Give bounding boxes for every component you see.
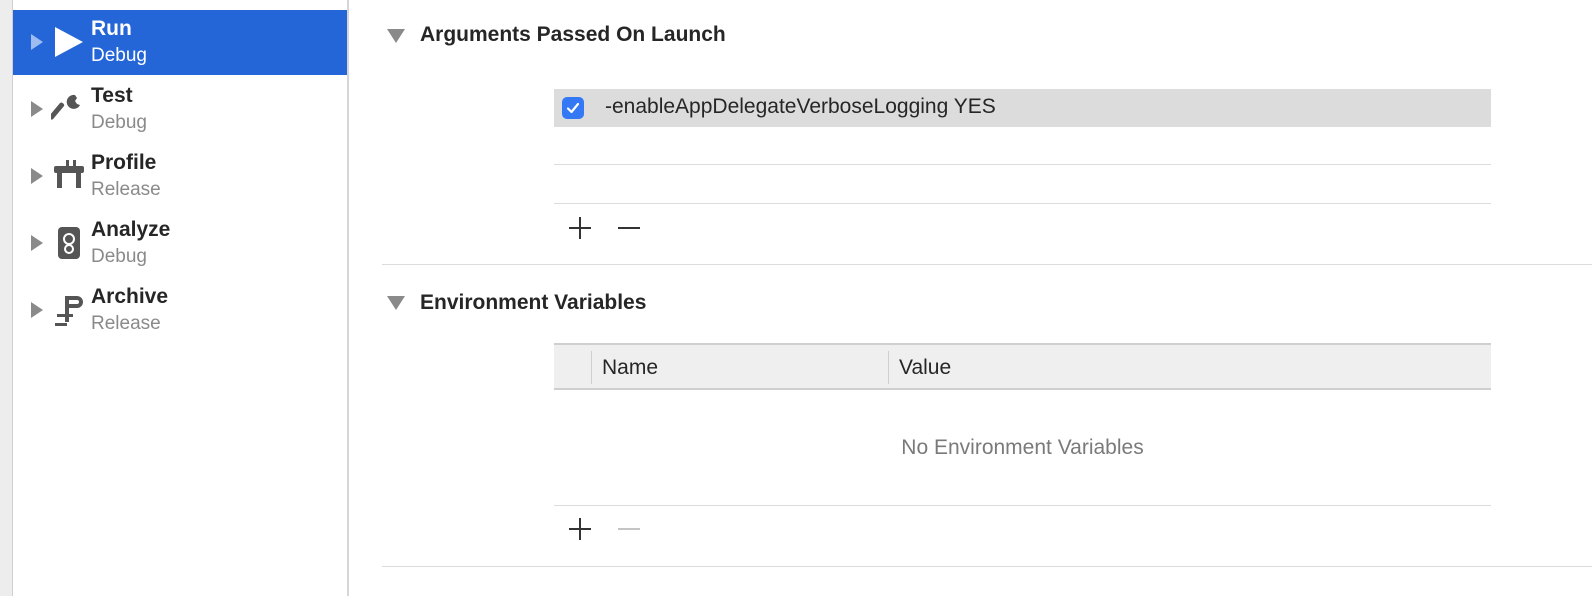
scheme-item-subtitle: Debug: [91, 246, 147, 267]
section-title-environment: Environment Variables: [420, 291, 647, 314]
add-env-var-button[interactable]: [566, 515, 594, 543]
section-divider: [382, 264, 1592, 265]
argument-enabled-checkbox[interactable]: [562, 97, 584, 119]
column-header-value[interactable]: Value: [899, 356, 951, 380]
window-edge: [0, 0, 13, 596]
column-separator[interactable]: [591, 351, 592, 384]
wrench-icon: [51, 94, 80, 120]
list-row-divider: [554, 164, 1491, 165]
scheme-item-title: Run: [91, 17, 132, 40]
scheme-item-run[interactable]: Run Debug: [13, 10, 347, 75]
column-header-name[interactable]: Name: [602, 356, 658, 380]
disclosure-triangle-icon[interactable]: [31, 235, 43, 251]
disclosure-triangle-icon[interactable]: [31, 302, 43, 318]
argument-row[interactable]: -enableAppDelegateVerboseLogging YES: [554, 89, 1491, 127]
scheme-item-title: Archive: [91, 285, 169, 308]
list-bottom-divider: [554, 203, 1491, 204]
analyze-icon: [58, 227, 80, 259]
collapse-triangle-icon[interactable]: [387, 29, 405, 43]
env-empty-message: No Environment Variables: [901, 436, 1144, 459]
scheme-item-title: Test: [91, 84, 133, 107]
checkmark-icon: [566, 102, 580, 114]
play-icon: [55, 27, 83, 57]
disclosure-triangle-icon[interactable]: [31, 168, 43, 184]
scheme-item-subtitle: Debug: [91, 45, 147, 66]
disclosure-triangle-icon[interactable]: [31, 101, 43, 117]
scheme-item-subtitle: Release: [91, 179, 161, 200]
env-table-header: Name Value: [554, 343, 1491, 390]
list-bottom-divider: [554, 505, 1491, 506]
scheme-item-subtitle: Release: [91, 313, 161, 334]
clamp-icon: [55, 296, 83, 326]
scheme-action-list: Run Debug Test Debug Profile Release Ana: [13, 0, 347, 596]
scheme-item-title: Analyze: [91, 218, 171, 241]
section-title-arguments: Arguments Passed On Launch: [420, 23, 726, 46]
scheme-item-archive[interactable]: Archive Release: [13, 278, 347, 343]
scheme-item-title: Profile: [91, 151, 157, 174]
argument-text[interactable]: -enableAppDelegateVerboseLogging YES: [605, 95, 996, 119]
scheme-item-analyze[interactable]: Analyze Debug: [13, 211, 347, 276]
gauge-icon: [54, 160, 84, 188]
collapse-triangle-icon[interactable]: [387, 296, 405, 310]
scheme-item-subtitle: Debug: [91, 112, 147, 133]
scheme-item-profile[interactable]: Profile Release: [13, 144, 347, 209]
disclosure-triangle-icon[interactable]: [31, 34, 43, 50]
remove-env-var-button[interactable]: [615, 515, 643, 543]
section-divider: [382, 566, 1592, 567]
column-separator[interactable]: [888, 351, 889, 384]
remove-argument-button[interactable]: [615, 214, 643, 242]
add-argument-button[interactable]: [566, 214, 594, 242]
scheme-item-test[interactable]: Test Debug: [13, 77, 347, 142]
scheme-detail-pane: Arguments Passed On Launch -enableAppDel…: [349, 0, 1592, 596]
